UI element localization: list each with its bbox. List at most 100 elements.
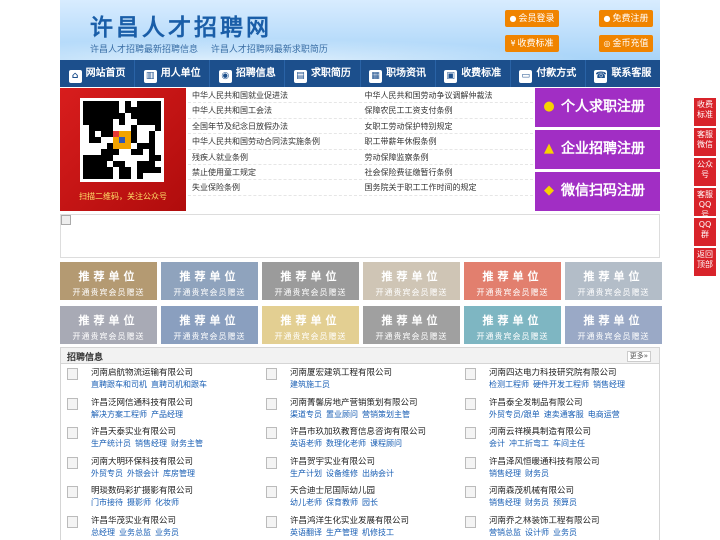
company-name-link[interactable]: 许昌泰全发制品有限公司 <box>489 398 658 409</box>
nav-jobs[interactable]: ◉ 招聘信息 <box>210 60 286 87</box>
company-name-link[interactable]: 天合迪士尼国际幼儿园 <box>290 486 459 497</box>
fee-standard-button[interactable]: ¥ 收费标准 <box>505 35 559 52</box>
position-link[interactable]: 财务主管 <box>171 439 203 448</box>
position-link[interactable]: 生产管理 <box>326 528 358 537</box>
side-official-account-button[interactable]: 公众号 <box>694 158 716 186</box>
company-logo-image[interactable] <box>465 427 476 439</box>
law-link[interactable]: 国务院关于职工工作时间的规定 <box>361 180 534 194</box>
position-link[interactable]: 车间主任 <box>553 439 585 448</box>
law-link[interactable]: 中华人民共和国劳动合同法实施条例 <box>188 134 361 148</box>
position-link[interactable]: 外银会计 <box>127 469 159 478</box>
position-link[interactable]: 渠道专员 <box>290 410 322 419</box>
position-link[interactable]: 业务员 <box>155 528 179 537</box>
law-link[interactable]: 社会保险费征缴暂行条例 <box>361 165 534 179</box>
position-link[interactable]: 直聘司机和跟车 <box>151 380 207 389</box>
company-logo-image[interactable] <box>67 486 78 498</box>
nav-contact[interactable]: ☎ 联系客服 <box>586 60 660 87</box>
position-link[interactable]: 会计 <box>489 439 505 448</box>
position-link[interactable]: 销售经理 <box>135 439 167 448</box>
company-name-link[interactable]: 河南菁馨房地产营销策划有限公司 <box>290 398 459 409</box>
back-to-top-button[interactable]: 返回顶部 <box>694 248 716 276</box>
company-name-link[interactable]: 河南大明环保科技有限公司 <box>91 457 260 468</box>
position-link[interactable]: 直聘跟车和司机 <box>91 380 147 389</box>
recommended-slot[interactable]: 推荐单位 开通贵宾会员赠送 <box>464 262 561 300</box>
position-link[interactable]: 置业顾问 <box>326 410 358 419</box>
company-name-link[interactable]: 许昌鸿洋生化实业发展有限公司 <box>290 516 459 527</box>
company-logo-image[interactable] <box>266 427 277 439</box>
side-qq-button[interactable]: 客服QQ号 <box>694 188 716 219</box>
ad-banner[interactable] <box>60 214 660 258</box>
law-link[interactable]: 职工带薪年休假条例 <box>361 134 534 148</box>
position-link[interactable]: 财务员 <box>525 498 549 507</box>
law-link[interactable]: 中华人民共和国工会法 <box>188 103 361 117</box>
company-logo-image[interactable] <box>465 397 476 410</box>
position-link[interactable]: 化妆师 <box>155 498 179 507</box>
company-name-link[interactable]: 河南云祥模具制造有限公司 <box>489 427 658 438</box>
position-link[interactable]: 检测工程师 <box>489 380 529 389</box>
position-link[interactable]: 保育教师 <box>326 498 358 507</box>
jobseeker-register-button[interactable]: ● 个人求职注册 <box>535 88 660 127</box>
company-logo-image[interactable] <box>465 456 476 469</box>
company-name-link[interactable]: 河南乔之林装饰工程有限公司 <box>489 516 658 527</box>
position-link[interactable]: 速卖通客服 <box>544 410 584 419</box>
position-link[interactable]: 电商运营 <box>588 410 620 419</box>
recommended-slot[interactable]: 推荐单位 开通贵宾会员赠送 <box>565 262 662 300</box>
site-title[interactable]: 许昌人才招聘网 <box>90 8 272 42</box>
company-logo-image[interactable] <box>266 486 277 498</box>
position-link[interactable]: 硬件开发工程师 <box>533 380 589 389</box>
position-link[interactable]: 营销总监 <box>489 528 521 537</box>
recommended-slot[interactable]: 推荐单位 开通贵宾会员赠送 <box>60 262 157 300</box>
company-logo-image[interactable] <box>67 456 78 469</box>
position-link[interactable]: 课程顾问 <box>370 439 402 448</box>
company-name-link[interactable]: 许昌华茂实业有限公司 <box>91 516 260 527</box>
position-link[interactable]: 设计师 <box>525 528 549 537</box>
recharge-button[interactable]: ◎ 金币充值 <box>599 35 653 52</box>
company-logo-image[interactable] <box>67 397 78 410</box>
nav-payment[interactable]: ▭ 付款方式 <box>511 60 586 87</box>
law-link[interactable]: 保障农民工工资支付条例 <box>361 103 534 117</box>
employer-register-button[interactable]: ▲ 企业招聘注册 <box>535 130 660 169</box>
position-link[interactable]: 业务员 <box>553 528 577 537</box>
latest-resumes-link[interactable]: 许昌人才招聘网最新求职简历 <box>211 45 328 55</box>
company-name-link[interactable]: 河南四达电力科技研究院有限公司 <box>489 368 658 379</box>
position-link[interactable]: 英语翻译 <box>290 528 322 537</box>
position-link[interactable]: 幼儿老师 <box>290 498 322 507</box>
company-logo-image[interactable] <box>465 515 476 528</box>
recommended-slot[interactable]: 推荐单位 开通贵宾会员赠送 <box>565 306 662 344</box>
company-logo-image[interactable] <box>67 427 78 439</box>
position-link[interactable]: 外贸专员 <box>91 469 123 478</box>
position-link[interactable]: 数理化老师 <box>326 439 366 448</box>
position-link[interactable]: 出纳会计 <box>362 469 394 478</box>
recommended-slot[interactable]: 推荐单位 开通贵宾会员赠送 <box>60 306 157 344</box>
recommended-slot[interactable]: 推荐单位 开通贵宾会员赠送 <box>262 262 359 300</box>
position-link[interactable]: 库房管理 <box>163 469 195 478</box>
company-logo-image[interactable] <box>465 368 476 380</box>
law-link[interactable]: 劳动保障监察条例 <box>361 150 534 164</box>
recommended-slot[interactable]: 推荐单位 开通贵宾会员赠送 <box>161 306 258 344</box>
position-link[interactable]: 生产统计员 <box>91 439 131 448</box>
position-link[interactable]: 英语老师 <box>290 439 322 448</box>
side-qq-group-button[interactable]: QQ群 <box>694 218 716 246</box>
position-link[interactable]: 营销策划主管 <box>362 410 410 419</box>
company-name-link[interactable]: 许昌市玖加玖教育信息咨询有限公司 <box>290 427 459 438</box>
position-link[interactable]: 总经理 <box>91 528 115 537</box>
law-link[interactable]: 残疾人就业条例 <box>188 150 361 164</box>
law-link[interactable]: 禁止使用童工规定 <box>188 165 361 179</box>
recommended-slot[interactable]: 推荐单位 开通贵宾会员赠送 <box>363 262 460 300</box>
nav-news[interactable]: ▦ 职场资讯 <box>361 60 436 87</box>
recommended-slot[interactable]: 推荐单位 开通贵宾会员赠送 <box>262 306 359 344</box>
position-link[interactable]: 冲工折弯工 <box>509 439 549 448</box>
company-logo-image[interactable] <box>465 486 476 498</box>
nav-fees[interactable]: ▣ 收费标准 <box>436 60 511 87</box>
company-logo-image[interactable] <box>67 368 78 380</box>
position-link[interactable]: 解决方案工程师 <box>91 410 147 419</box>
company-logo-image[interactable] <box>266 515 277 528</box>
nav-resumes[interactable]: ▤ 求职简历 <box>285 60 361 87</box>
law-link[interactable]: 全国年节及纪念日放假办法 <box>188 119 361 133</box>
company-logo-image[interactable] <box>266 397 277 410</box>
recommended-slot[interactable]: 推荐单位 开通贵宾会员赠送 <box>161 262 258 300</box>
position-link[interactable]: 业务总监 <box>119 528 151 537</box>
position-link[interactable]: 销售经理 <box>593 380 625 389</box>
position-link[interactable]: 财务员 <box>525 469 549 478</box>
side-fees-button[interactable]: 收费标准 <box>694 98 716 126</box>
